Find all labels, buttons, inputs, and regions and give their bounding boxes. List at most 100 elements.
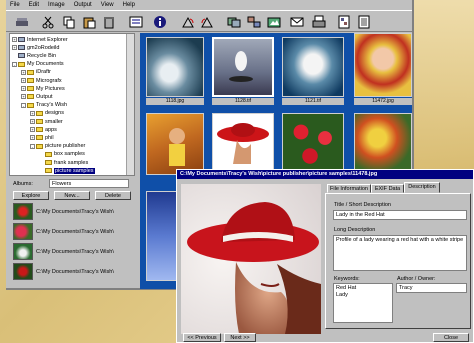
expand-icon[interactable]: + <box>12 37 17 42</box>
collapse-icon[interactable]: - <box>12 61 17 67</box>
email-icon[interactable] <box>289 14 304 29</box>
tree-node[interactable]: + Micrografx <box>21 77 62 84</box>
title-field[interactable]: Lady in the Red Hat <box>333 210 467 220</box>
expand-icon[interactable]: + <box>21 86 26 92</box>
folder-icon <box>18 53 25 59</box>
scanner-icon[interactable] <box>14 14 29 29</box>
thumbnail-image <box>212 113 274 175</box>
long-description-label: Long Description <box>334 227 376 233</box>
expand-icon[interactable]: + <box>30 110 35 116</box>
delete-icon[interactable] <box>101 14 116 29</box>
rotate-right-icon[interactable] <box>199 14 214 29</box>
expand-icon[interactable]: + <box>30 119 35 124</box>
tree-node[interactable]: - Tracy's Wish <box>21 102 67 109</box>
album-thumbnail <box>13 223 33 240</box>
menu-edit[interactable]: Edit <box>29 2 39 8</box>
new-album-button[interactable]: New... <box>54 191 90 200</box>
batch-icon[interactable] <box>246 14 261 29</box>
tree-node-label: smaller <box>45 118 63 125</box>
thumbnail-image <box>146 113 204 175</box>
tree-node[interactable]: + iDraftr <box>21 69 51 76</box>
web-page-icon[interactable] <box>356 14 371 29</box>
menu-view[interactable]: View <box>101 2 114 8</box>
list-item[interactable]: C:\My Documents\Tracy's Wish\ <box>13 262 131 281</box>
tab-file-information[interactable]: File Information <box>327 184 371 193</box>
tree-node[interactable]: + gm2oRodeild <box>12 44 59 51</box>
tree-node[interactable]: box samples <box>39 151 85 158</box>
print-icon[interactable] <box>311 14 326 29</box>
album-thumbnail <box>13 243 33 260</box>
expand-icon[interactable]: + <box>21 69 26 75</box>
keyword-item: Lady <box>336 291 348 298</box>
expand-icon[interactable]: + <box>21 78 26 83</box>
folder-icon <box>27 94 34 100</box>
thumbnail-image <box>282 113 344 175</box>
expand-icon[interactable]: + <box>12 45 17 51</box>
tree-node[interactable]: frank samples <box>39 159 88 166</box>
thumbnail-item[interactable]: 1128.tif <box>212 37 274 107</box>
tree-scrollbar[interactable] <box>126 34 134 175</box>
tree-node[interactable]: - My Documents <box>12 61 64 68</box>
tree-node[interactable]: + phil <box>30 134 54 141</box>
expand-icon[interactable]: + <box>21 94 26 100</box>
tree-node-label: Output <box>36 93 53 100</box>
tree-node[interactable]: + Internet Explorer <box>12 36 68 43</box>
dialog-title: C:\My Documents\Tracy's Wish\picture pub… <box>177 170 473 179</box>
next-button[interactable]: Next >> <box>224 333 256 342</box>
cut-icon[interactable] <box>40 14 55 29</box>
thumbnail-item[interactable]: 1121.tif <box>282 37 344 107</box>
properties-icon[interactable] <box>128 14 143 29</box>
menu-help[interactable]: Help <box>123 2 135 8</box>
tree-node-label: Micrografx <box>36 77 62 84</box>
tree-node-label: Internet Explorer <box>27 36 68 43</box>
tab-exif-data[interactable]: EXIF Data <box>371 184 404 193</box>
tree-node-label: gm2oRodeild <box>27 44 60 51</box>
album-list[interactable]: C:\My Documents\Tracy's Wish\ C:\My Docu… <box>13 202 133 286</box>
rotate-left-icon[interactable] <box>180 14 195 29</box>
folder-icon <box>45 160 52 165</box>
explore-button[interactable]: Explore <box>13 191 49 200</box>
slideshow-icon[interactable] <box>226 14 241 29</box>
folder-icon <box>36 127 43 133</box>
info-icon[interactable] <box>152 14 167 29</box>
expand-icon[interactable]: + <box>30 127 35 133</box>
tree-node[interactable]: + smaller <box>30 118 63 125</box>
list-item[interactable]: C:\My Documents\Tracy's Wish\ <box>13 222 131 241</box>
thumbnail-caption: 1128.tif <box>212 98 274 105</box>
convert-icon[interactable] <box>266 14 281 29</box>
album-select[interactable]: Flowers <box>49 179 129 188</box>
long-description-field[interactable]: Profile of a lady wearing a red hat with… <box>333 235 467 271</box>
paste-icon[interactable] <box>81 14 96 29</box>
copy-icon[interactable] <box>61 14 76 29</box>
menu-image[interactable]: Image <box>48 2 65 8</box>
close-button[interactable]: Close <box>433 333 469 342</box>
folder-tree[interactable]: + Internet Explorer + gm2oRodeild Recycle Bi… <box>9 33 135 176</box>
tree-node[interactable]: picture samples <box>39 167 95 174</box>
tree-node[interactable]: + designs <box>30 110 64 117</box>
contact-sheet-icon[interactable] <box>336 14 351 29</box>
collapse-icon[interactable]: - <box>21 102 26 108</box>
menu-output[interactable]: Output <box>74 2 92 8</box>
expand-icon[interactable]: + <box>30 135 35 141</box>
author-field[interactable]: Tracy <box>396 283 467 293</box>
collapse-icon[interactable]: - <box>30 143 35 149</box>
thumbnail-item[interactable]: 1118.jpg <box>146 37 204 107</box>
list-item[interactable]: C:\My Documents\Tracy's Wish\ <box>13 202 131 221</box>
keywords-label: Keywords: <box>334 276 360 282</box>
keywords-field[interactable]: Red Hat Lady <box>333 283 393 323</box>
list-item[interactable]: C:\My Documents\Tracy's Wish\ <box>13 242 131 261</box>
tree-node[interactable]: + apps <box>30 126 57 133</box>
menu-file[interactable]: File <box>10 2 20 8</box>
folder-icon <box>36 119 43 124</box>
thumbnail-item[interactable]: 11472.jpg <box>354 33 412 107</box>
tree-node[interactable]: + My Pictures <box>21 85 65 92</box>
tree-node[interactable]: Recycle Bin <box>12 52 56 59</box>
tree-node-label: apps <box>45 126 57 133</box>
tree-node[interactable]: - picture publisher <box>30 143 85 150</box>
tab-description[interactable]: Description <box>404 182 440 193</box>
tree-node-label: Recycle Bin <box>27 52 57 59</box>
delete-album-button[interactable]: Delete <box>95 191 131 200</box>
tree-node[interactable]: + Output <box>21 93 53 100</box>
folder-icon <box>36 143 43 149</box>
previous-button[interactable]: << Previous <box>183 333 221 342</box>
